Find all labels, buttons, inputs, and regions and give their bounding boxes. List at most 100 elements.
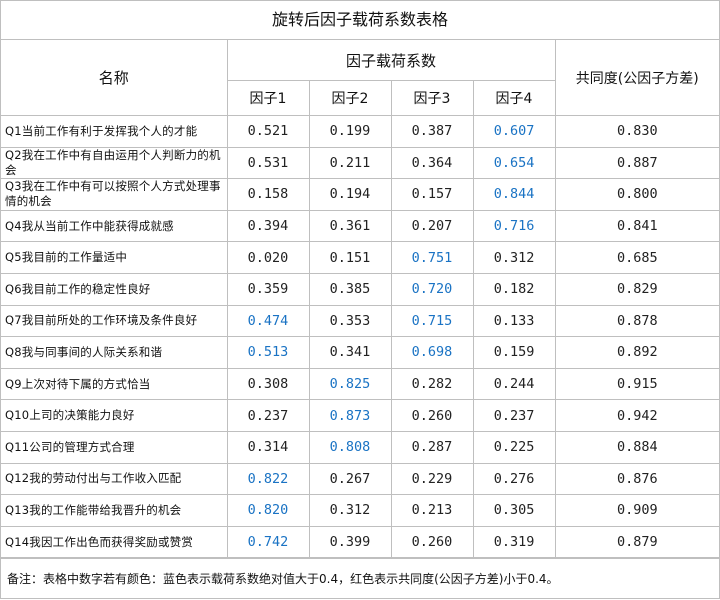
communality-cell: 0.829	[554, 272, 720, 306]
loading-cell-factor-3: 0.157	[390, 178, 474, 211]
loading-cell-factor-3: 0.387	[390, 115, 474, 148]
loading-cell-factor-3: 0.751	[390, 241, 474, 274]
row-name: Q10上司的决策能力良好	[1, 399, 228, 432]
communality-cell: 0.909	[554, 494, 720, 527]
communality-cell: 0.879	[554, 525, 720, 559]
loading-cell-factor-3: 0.715	[390, 304, 474, 338]
loading-cell-factor-1: 0.742	[226, 525, 310, 559]
factor-loading-table: 名称 因子载荷系数 共同度(公因子方差) 因子1 因子2 因子3 因子4 Q1当…	[1, 40, 720, 559]
loading-cell-factor-4: 0.237	[472, 399, 556, 432]
row-name: Q14我因工作出色而获得奖励或赞赏	[1, 525, 228, 559]
loading-cell-factor-4: 0.225	[472, 430, 556, 464]
table-row: Q8我与同事间的人际关系和谐 0.513 0.341 0.698 0.159 0.892	[1, 336, 720, 369]
loading-cell-factor-2: 0.267	[308, 462, 392, 496]
communality-cell: 0.887	[554, 146, 720, 180]
loading-cell-factor-4: 0.182	[472, 272, 556, 306]
loading-cell-factor-1: 0.158	[226, 178, 310, 211]
table-row: Q14我因工作出色而获得奖励或赞赏 0.742 0.399 0.260 0.319 0.8…	[1, 525, 720, 559]
table-note: 备注：表格中数字若有颜色：蓝色表示载荷系数绝对值大于0.4，红色表示共同度(公因…	[1, 558, 719, 600]
communality-cell: 0.841	[554, 209, 720, 243]
row-name: Q1当前工作有利于发挥我个人的才能	[1, 115, 228, 148]
loading-cell-factor-3: 0.364	[390, 146, 474, 180]
table-row: Q6我目前工作的稳定性良好 0.359 0.385 0.720 0.182 0.829	[1, 272, 720, 306]
loading-cell-factor-1: 0.820	[226, 494, 310, 527]
row-name: Q2我在工作中有自由运用个人判断力的机会	[1, 146, 228, 180]
loading-cell-factor-4: 0.319	[472, 525, 556, 559]
table-title: 旋转后因子载荷系数表格	[1, 1, 719, 40]
loading-cell-factor-3: 0.229	[390, 462, 474, 496]
loading-cell-factor-3: 0.282	[390, 367, 474, 401]
communality-cell: 0.942	[554, 399, 720, 432]
table-row: Q13我的工作能带给我晋升的机会 0.820 0.312 0.213 0.305 0.90…	[1, 494, 720, 527]
loading-cell-factor-3: 0.287	[390, 430, 474, 464]
loading-cell-factor-4: 0.607	[472, 115, 556, 148]
header-factor-3: 因子3	[390, 80, 474, 116]
loading-cell-factor-1: 0.394	[226, 209, 310, 243]
loading-cell-factor-1: 0.359	[226, 272, 310, 306]
table-row: Q10上司的决策能力良好 0.237 0.873 0.260 0.237 0.942	[1, 399, 720, 432]
loading-cell-factor-2: 0.873	[308, 399, 392, 432]
row-name: Q8我与同事间的人际关系和谐	[1, 336, 228, 369]
header-communality: 共同度(公因子方差)	[554, 40, 720, 116]
row-name: Q7我目前所处的工作环境及条件良好	[1, 304, 228, 338]
table-body: Q1当前工作有利于发挥我个人的才能 0.521 0.199 0.387 0.607 0.8…	[1, 115, 720, 559]
table-row: Q9上次对待下属的方式恰当 0.308 0.825 0.282 0.244 0.915	[1, 367, 720, 401]
row-name: Q13我的工作能带给我晋升的机会	[1, 494, 228, 527]
loading-cell-factor-3: 0.213	[390, 494, 474, 527]
communality-cell: 0.915	[554, 367, 720, 401]
header-name: 名称	[1, 40, 228, 116]
loading-cell-factor-2: 0.194	[308, 178, 392, 211]
loading-cell-factor-2: 0.385	[308, 272, 392, 306]
table-row: Q1当前工作有利于发挥我个人的才能 0.521 0.199 0.387 0.607 0.8…	[1, 115, 720, 148]
factor-loading-table-panel: 旋转后因子载荷系数表格 名称 因子载荷系数 共同度(公因子方差) 因子1 因子2…	[0, 0, 720, 599]
loading-cell-factor-1: 0.531	[226, 146, 310, 180]
loading-cell-factor-1: 0.474	[226, 304, 310, 338]
loading-cell-factor-4: 0.716	[472, 209, 556, 243]
loading-cell-factor-1: 0.822	[226, 462, 310, 496]
header-factor-1: 因子1	[227, 80, 310, 116]
loading-cell-factor-2: 0.353	[308, 304, 392, 338]
table-row: Q5我目前的工作量适中 0.020 0.151 0.751 0.312 0.685	[1, 241, 720, 274]
loading-cell-factor-1: 0.237	[226, 399, 310, 432]
loading-cell-factor-1: 0.308	[226, 367, 310, 401]
loading-cell-factor-3: 0.207	[390, 209, 474, 243]
communality-cell: 0.800	[554, 178, 720, 211]
loading-cell-factor-2: 0.825	[308, 367, 392, 401]
communality-cell: 0.685	[554, 241, 720, 274]
loading-cell-factor-2: 0.361	[308, 209, 392, 243]
table-row: Q11公司的管理方式合理 0.314 0.808 0.287 0.225 0.884	[1, 430, 720, 464]
loading-cell-factor-1: 0.513	[226, 336, 310, 369]
loading-cell-factor-1: 0.314	[226, 430, 310, 464]
table-row: Q2我在工作中有自由运用个人判断力的机会 0.531 0.211 0.364 0.654…	[1, 146, 720, 180]
row-name: Q4我从当前工作中能获得成就感	[1, 209, 228, 243]
loading-cell-factor-2: 0.312	[308, 494, 392, 527]
table-row: Q7我目前所处的工作环境及条件良好 0.474 0.353 0.715 0.133 0.8…	[1, 304, 720, 338]
row-name: Q3我在工作中有可以按照个人方式处理事情的机会	[1, 178, 228, 211]
table-row: Q3我在工作中有可以按照个人方式处理事情的机会 0.158 0.194 0.157 0.…	[1, 178, 720, 211]
table-row: Q4我从当前工作中能获得成就感 0.394 0.361 0.207 0.716 0.841	[1, 209, 720, 243]
row-name: Q5我目前的工作量适中	[1, 241, 228, 274]
communality-cell: 0.884	[554, 430, 720, 464]
loading-cell-factor-2: 0.808	[308, 430, 392, 464]
loading-cell-factor-4: 0.276	[472, 462, 556, 496]
loading-cell-factor-2: 0.151	[308, 241, 392, 274]
loading-cell-factor-2: 0.199	[308, 115, 392, 148]
communality-cell: 0.830	[554, 115, 720, 148]
row-name: Q11公司的管理方式合理	[1, 430, 228, 464]
loading-cell-factor-3: 0.260	[390, 525, 474, 559]
loading-cell-factor-3: 0.698	[390, 336, 474, 369]
loading-cell-factor-4: 0.312	[472, 241, 556, 274]
loading-cell-factor-4: 0.654	[472, 146, 556, 180]
table-row: Q12我的劳动付出与工作收入匹配 0.822 0.267 0.229 0.276 0.87…	[1, 462, 720, 496]
loading-cell-factor-3: 0.720	[390, 272, 474, 306]
loading-cell-factor-2: 0.399	[308, 525, 392, 559]
header-factor-loading-group: 因子载荷系数	[226, 40, 556, 81]
loading-cell-factor-1: 0.020	[226, 241, 310, 274]
row-name: Q6我目前工作的稳定性良好	[1, 272, 228, 306]
communality-cell: 0.892	[554, 336, 720, 369]
loading-cell-factor-4: 0.133	[472, 304, 556, 338]
loading-cell-factor-2: 0.211	[308, 146, 392, 180]
loading-cell-factor-2: 0.341	[308, 336, 392, 369]
communality-cell: 0.876	[554, 462, 720, 496]
loading-cell-factor-3: 0.260	[390, 399, 474, 432]
